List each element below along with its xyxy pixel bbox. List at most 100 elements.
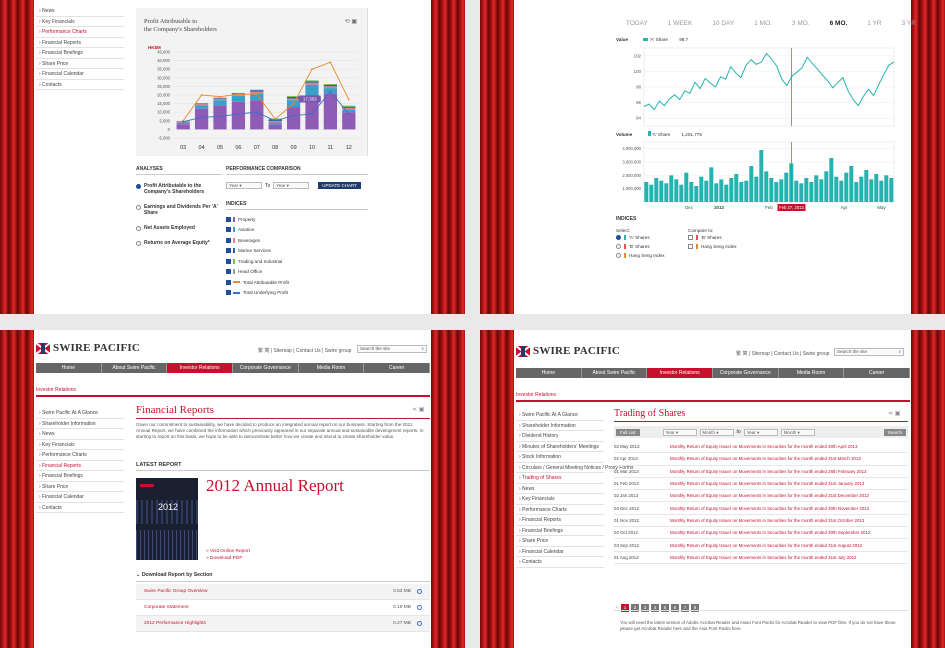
row-title-link[interactable]: Monthly Return of Equity Issuer on Movem… bbox=[670, 481, 908, 486]
sidebar-item[interactable]: › Financial Reports bbox=[516, 515, 604, 526]
menu-item[interactable]: Corporate Governance bbox=[233, 363, 299, 373]
year-from-select[interactable]: Year ▾ bbox=[662, 428, 697, 436]
radio-button[interactable] bbox=[136, 241, 141, 246]
range-tab[interactable]: 3 YR bbox=[902, 20, 916, 27]
row-title-link[interactable]: Monthly Return of Equity Issuer on Movem… bbox=[670, 469, 908, 474]
sidebar-item[interactable]: › Stock Information bbox=[516, 452, 604, 463]
search-icon[interactable]: ⌕ bbox=[898, 349, 901, 354]
sidebar-item[interactable]: › Performance Charts bbox=[516, 505, 604, 515]
search-icon[interactable]: ⌕ bbox=[421, 346, 424, 351]
search-input[interactable]: Search the site ⌕ bbox=[834, 348, 904, 356]
radio-button[interactable] bbox=[136, 226, 141, 231]
radio-button[interactable] bbox=[136, 184, 141, 189]
sidebar-item[interactable]: › Key Financials bbox=[36, 440, 124, 450]
share-icon[interactable]: ⋖ bbox=[888, 411, 893, 417]
menu-item[interactable]: Career bbox=[364, 363, 431, 373]
menu-item[interactable]: About Swire Pacific bbox=[102, 363, 168, 373]
row-title-link[interactable]: Monthly Return of Equity Issuer on Movem… bbox=[670, 444, 908, 449]
month-from-select[interactable]: Month ▾ bbox=[699, 428, 734, 436]
sidebar-item[interactable]: › Financial Briefings bbox=[36, 471, 124, 482]
sidebar-item[interactable]: › News bbox=[36, 6, 124, 17]
sidebar-item[interactable]: › Financial Calendar bbox=[36, 492, 124, 503]
sidebar-item[interactable]: › Shareholder Information bbox=[516, 421, 604, 431]
checkbox[interactable] bbox=[226, 290, 231, 296]
checkbox[interactable] bbox=[688, 244, 693, 249]
year-from-select[interactable]: Year ▾ bbox=[226, 182, 262, 189]
radio-button[interactable] bbox=[616, 253, 621, 258]
month-to-select[interactable]: Month ▾ bbox=[780, 428, 815, 436]
checkbox[interactable] bbox=[226, 258, 231, 264]
index-checkbox[interactable]: Total Attributable Profit bbox=[226, 277, 368, 288]
sidebar-item[interactable]: › Share Price bbox=[516, 536, 604, 547]
menu-item[interactable]: Media Room bbox=[299, 363, 365, 373]
share-icon[interactable]: ⋖ bbox=[412, 407, 417, 413]
row-title-link[interactable]: Monthly Return of Equity Issuer on Movem… bbox=[670, 555, 908, 560]
report-title[interactable]: 2012 Annual Report bbox=[206, 476, 344, 496]
download-row[interactable]: Corporate Statement 0.19 MB bbox=[136, 600, 430, 616]
sidebar-item[interactable]: › Financial Reports bbox=[36, 461, 124, 471]
sidebar-item[interactable]: › Financial Calendar bbox=[36, 69, 124, 80]
visit-online-link[interactable]: » Visit Online Report bbox=[206, 548, 250, 555]
radio-button[interactable] bbox=[616, 235, 621, 240]
select-option[interactable]: 'B' Shares bbox=[616, 242, 665, 251]
sidebar-item[interactable]: › Contacts bbox=[516, 557, 604, 568]
sidebar-item[interactable]: › Circulars / General Meeting Notices / … bbox=[516, 463, 633, 473]
checkbox[interactable] bbox=[226, 237, 231, 243]
sidebar-item[interactable]: › Swire Pacific At A Glance bbox=[36, 408, 124, 419]
menu-item[interactable]: Career bbox=[844, 368, 911, 378]
row-title-link[interactable]: Monthly Return of Equity Issuer on Movem… bbox=[670, 518, 908, 523]
pdf-icon[interactable] bbox=[417, 605, 422, 610]
table-row[interactable]: 02 May 2013 Monthly Return of Equity Issu… bbox=[614, 441, 908, 454]
select-option[interactable]: Hang Seng Index bbox=[616, 251, 665, 260]
menu-item[interactable]: Corporate Governance bbox=[713, 368, 779, 378]
sidebar-item[interactable]: › News bbox=[36, 429, 124, 440]
range-tab[interactable]: 1 YR bbox=[867, 20, 881, 27]
year-to-select[interactable]: Year ▾ bbox=[273, 182, 310, 189]
radio-button[interactable] bbox=[616, 244, 621, 249]
sidebar-item[interactable]: › Performance Charts bbox=[36, 450, 124, 461]
range-tab[interactable]: TODAY bbox=[626, 20, 648, 27]
sidebar-item[interactable]: › Share Price bbox=[36, 482, 124, 492]
checkbox[interactable] bbox=[226, 269, 231, 275]
table-row[interactable]: 03 Dec 2012 Monthly Return of Equity Issu… bbox=[614, 502, 908, 515]
analysis-option[interactable]: Profit Attributable to the Company's Sha… bbox=[136, 183, 222, 195]
range-tab[interactable]: 1 WEEK bbox=[668, 20, 693, 27]
checkbox[interactable] bbox=[226, 279, 231, 285]
checkbox[interactable] bbox=[226, 248, 231, 254]
sidebar-item[interactable]: › Share Price bbox=[36, 59, 124, 69]
radio-button[interactable] bbox=[136, 205, 141, 210]
year-to-select[interactable]: Year ▾ bbox=[743, 428, 778, 436]
index-checkbox[interactable]: Head Office bbox=[226, 267, 368, 278]
index-checkbox[interactable]: Aviation bbox=[226, 225, 368, 236]
sidebar-item[interactable]: › Financial Briefings bbox=[516, 526, 604, 536]
download-name[interactable]: Corporate Statement bbox=[144, 605, 393, 610]
sidebar-item[interactable]: › Contacts bbox=[36, 503, 124, 513]
sidebar-item[interactable]: › Minutes of Shareholders' Meetings bbox=[516, 442, 604, 452]
analysis-option[interactable]: Earnings and Dividends Per 'A' Share bbox=[136, 204, 222, 216]
share-icon[interactable]: ⟲ bbox=[345, 19, 350, 25]
menu-item[interactable]: Home bbox=[516, 368, 582, 378]
table-row[interactable]: 02 Jan 2013 Monthly Return of Equity Issu… bbox=[614, 490, 908, 503]
range-tab[interactable]: 1 MO. bbox=[754, 20, 772, 27]
index-checkbox[interactable]: Total Underlying Profit bbox=[226, 288, 368, 299]
sidebar-item[interactable]: › Shareholder Information bbox=[36, 419, 124, 429]
download-row[interactable]: Swire Pacific Group Overview 0.53 MB bbox=[136, 584, 430, 600]
menu-item[interactable]: Investor Relations bbox=[647, 368, 714, 378]
search-input[interactable]: Search the site ⌕ bbox=[357, 345, 427, 353]
download-section-header[interactable]: ⌄ Download Report by Section bbox=[136, 572, 430, 582]
pdf-icon[interactable] bbox=[417, 589, 422, 594]
checkbox[interactable] bbox=[226, 227, 231, 233]
index-checkbox[interactable]: Property bbox=[226, 214, 368, 225]
download-pdf-link[interactable]: » Download PDF bbox=[206, 555, 250, 562]
range-tab[interactable]: 10 DAY bbox=[712, 20, 734, 27]
report-cover[interactable]: 2012 bbox=[136, 478, 198, 560]
analysis-option[interactable]: Returns on Average Equity* bbox=[136, 240, 222, 246]
analysis-option[interactable]: Net Assets Employed bbox=[136, 225, 222, 231]
row-title-link[interactable]: Monthly Return of Equity Issuer on Movem… bbox=[670, 493, 908, 498]
site-logo[interactable]: SWIRE PACIFIC bbox=[36, 342, 140, 354]
download-name[interactable]: 2012 Performance Highlights bbox=[144, 621, 393, 626]
index-checkbox[interactable]: Marine Services bbox=[226, 246, 368, 257]
download-name[interactable]: Swire Pacific Group Overview bbox=[144, 589, 393, 594]
site-logo[interactable]: SWIRE PACIFIC bbox=[516, 345, 620, 357]
sidebar-item[interactable]: › Key Financials bbox=[516, 494, 604, 505]
